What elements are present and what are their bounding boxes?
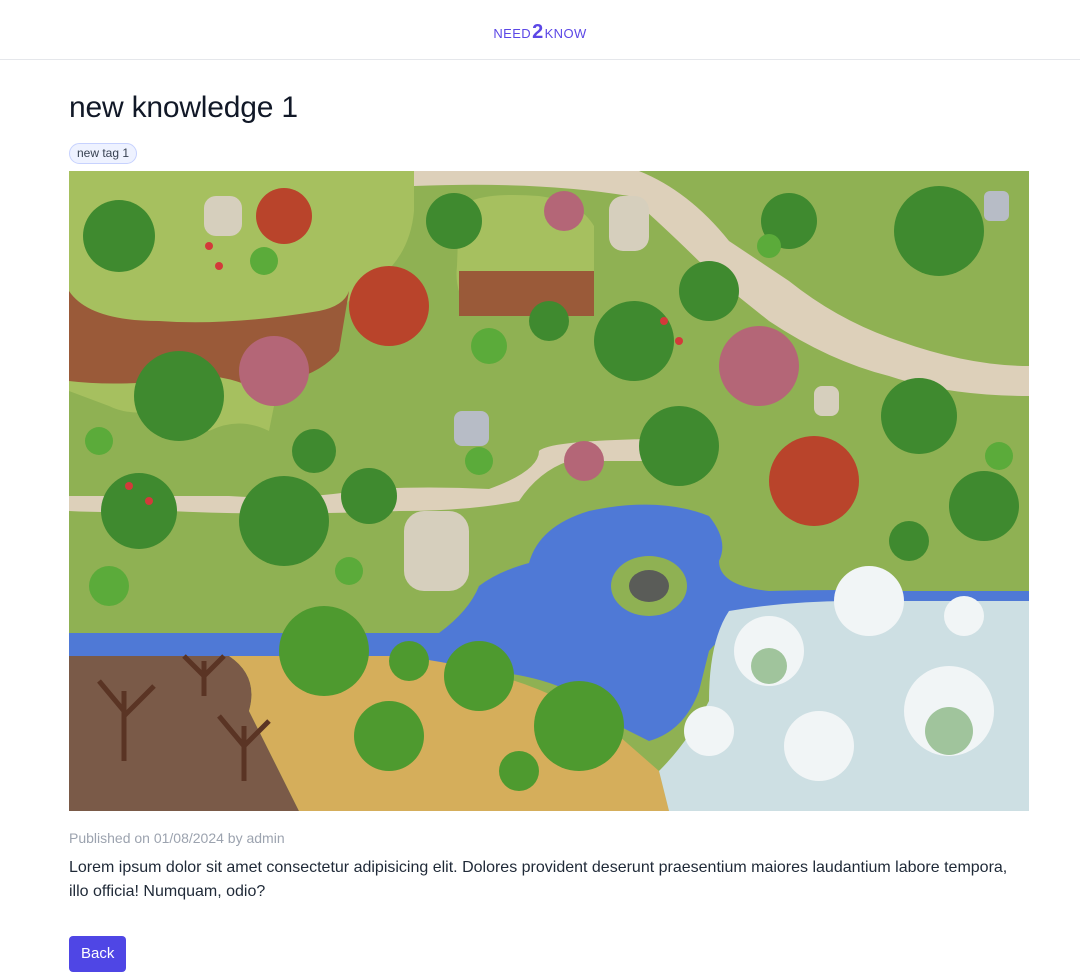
logo-text-2: 2 <box>532 20 544 43</box>
tag-badge[interactable]: new tag 1 <box>69 143 138 164</box>
tag-list: new tag 1 <box>69 143 1029 165</box>
publish-meta: Published on 01/08/2024 by admin <box>69 830 285 846</box>
logo-text-know: KNOW <box>544 25 587 41</box>
article-container: new knowledge 1 new tag 1 Published on 0… <box>69 60 1029 972</box>
article-body: Lorem ipsum dolor sit amet consectetur a… <box>69 859 1008 900</box>
article-title: new knowledge 1 <box>69 91 298 124</box>
article-hero-image <box>69 171 1029 811</box>
site-logo[interactable]: NEED 2 KNOW <box>493 22 586 42</box>
logo-text-need: NEED <box>493 25 532 41</box>
back-button[interactable]: Back <box>69 936 127 972</box>
top-nav-bar: NEED 2 KNOW <box>0 0 1080 60</box>
